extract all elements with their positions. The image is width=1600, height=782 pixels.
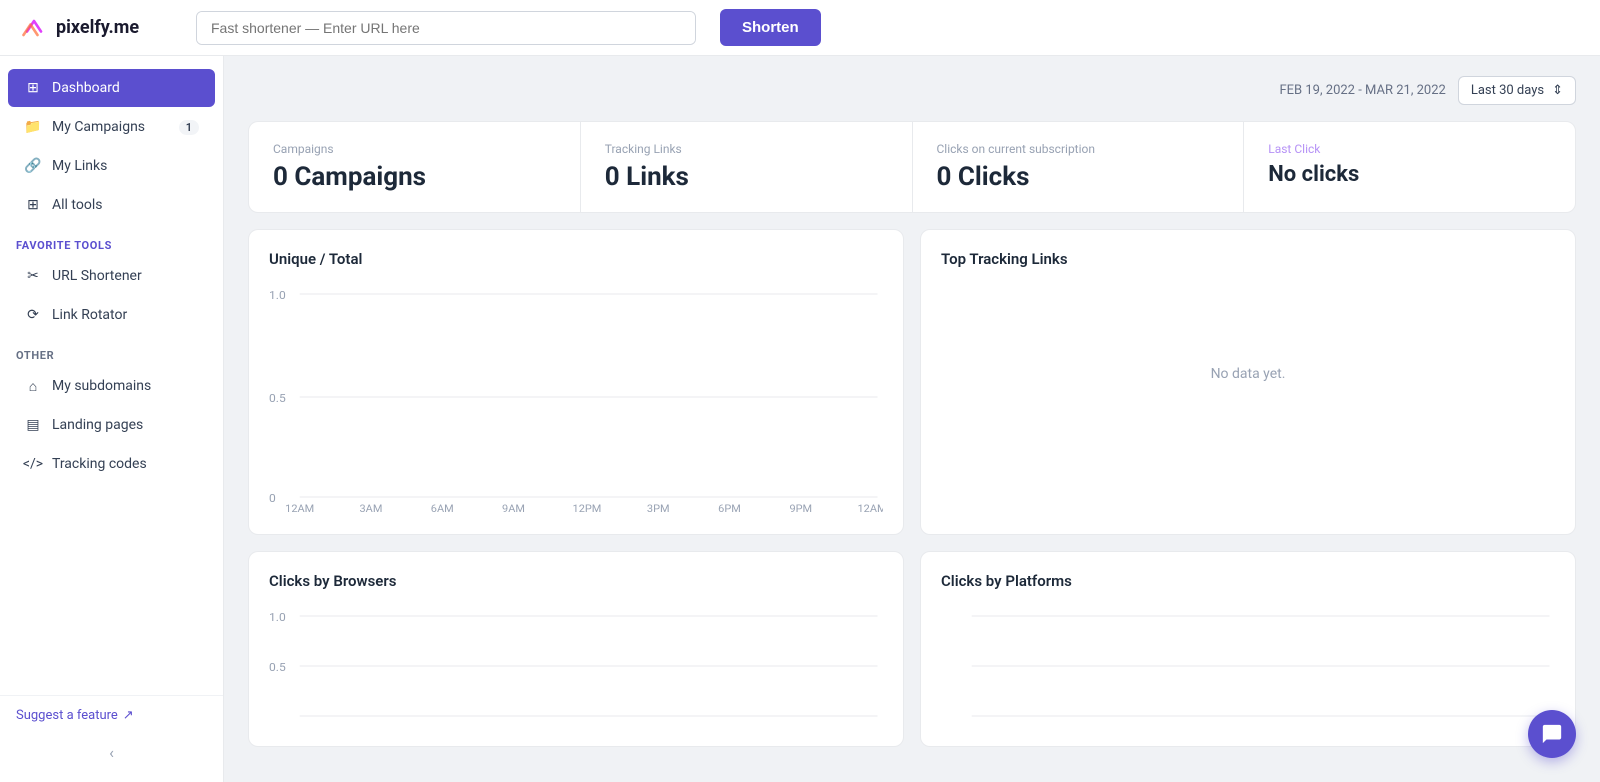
favorite-tools-label: FAVORITE TOOLS	[0, 225, 223, 256]
sidebar-item-label: All tools	[52, 197, 102, 213]
sidebar-footer: Suggest a feature ↗	[0, 695, 223, 735]
top-tracking-no-data: No data yet.	[941, 284, 1555, 464]
url-input[interactable]	[197, 12, 695, 44]
campaigns-badge: 1	[179, 120, 199, 135]
url-input-wrap	[196, 11, 696, 45]
sidebar-item-link-rotator[interactable]: ⟳ Link Rotator	[8, 296, 215, 334]
sidebar-item-my-links[interactable]: 🔗 My Links	[8, 147, 215, 185]
clicks-platforms-title: Clicks by Platforms	[941, 572, 1555, 590]
external-link-icon: ↗	[123, 708, 134, 723]
sidebar-nav: ⊞ Dashboard 📁 My Campaigns 1 🔗 My Links …	[0, 56, 223, 695]
grid-icon: ⊞	[24, 196, 42, 214]
unique-total-chart: 1.0 0.5 0 12AM 3AM 6AM 9AM 12PM 3PM	[269, 284, 883, 514]
top-tracking-title: Top Tracking Links	[941, 250, 1555, 268]
stat-clicks: Clicks on current subscription 0 Clicks	[913, 122, 1245, 212]
sidebar: ⊞ Dashboard 📁 My Campaigns 1 🔗 My Links …	[0, 56, 224, 782]
suggest-label: Suggest a feature	[16, 708, 118, 723]
svg-text:3PM: 3PM	[647, 502, 670, 514]
date-select[interactable]: Last 30 days ⇕	[1458, 76, 1576, 105]
home-icon: ⌂	[24, 377, 42, 395]
layout-icon: ▤	[24, 416, 42, 434]
date-select-label: Last 30 days	[1471, 83, 1544, 98]
topbar: pixelfy.me Shorten	[0, 0, 1600, 56]
sidebar-item-tracking-codes[interactable]: </> Tracking codes	[8, 445, 215, 483]
stat-clicks-label: Clicks on current subscription	[937, 142, 1220, 156]
stat-last-click-label: Last Click	[1268, 142, 1551, 156]
logo-icon	[20, 14, 48, 42]
clicks-platforms-chart	[941, 606, 1555, 726]
clicks-browsers-title: Clicks by Browsers	[269, 572, 883, 590]
stat-clicks-value: 0 Clicks	[937, 162, 1220, 192]
svg-text:0.5: 0.5	[269, 661, 286, 674]
stats-row: Campaigns 0 Campaigns Tracking Links 0 L…	[248, 121, 1576, 213]
svg-text:12AM: 12AM	[285, 502, 314, 514]
main-layout: ⊞ Dashboard 📁 My Campaigns 1 🔗 My Links …	[0, 56, 1600, 782]
main-content: FEB 19, 2022 - MAR 21, 2022 Last 30 days…	[224, 56, 1600, 782]
stat-campaigns-value: 0 Campaigns	[273, 162, 556, 192]
unique-total-title: Unique / Total	[269, 250, 883, 268]
svg-text:12PM: 12PM	[573, 502, 602, 514]
sidebar-item-label: My Links	[52, 158, 107, 174]
clicks-browsers-chart: 1.0 0.5	[269, 606, 883, 726]
sidebar-item-label: Tracking codes	[52, 456, 147, 472]
sidebar-item-my-campaigns[interactable]: 📁 My Campaigns 1	[8, 108, 215, 146]
scissors-icon: ✂	[24, 267, 42, 285]
sidebar-item-label: URL Shortener	[52, 268, 142, 284]
sidebar-item-label: Link Rotator	[52, 307, 127, 323]
dashboard-icon: ⊞	[24, 79, 42, 97]
svg-text:6AM: 6AM	[431, 502, 454, 514]
shorten-button[interactable]: Shorten	[720, 9, 821, 46]
top-tracking-card: Top Tracking Links No data yet.	[920, 229, 1576, 535]
sidebar-collapse-button[interactable]: ‹	[0, 735, 223, 770]
svg-text:0.5: 0.5	[269, 392, 286, 405]
sidebar-item-dashboard[interactable]: ⊞ Dashboard	[8, 69, 215, 107]
sidebar-item-url-shortener[interactable]: ✂ URL Shortener	[8, 257, 215, 295]
svg-text:12AM: 12AM	[858, 502, 883, 514]
svg-text:6PM: 6PM	[718, 502, 741, 514]
content-header: FEB 19, 2022 - MAR 21, 2022 Last 30 days…	[248, 76, 1576, 105]
sidebar-item-my-subdomains[interactable]: ⌂ My subdomains	[8, 367, 215, 405]
folder-icon: 📁	[24, 118, 42, 136]
other-label: OTHER	[0, 335, 223, 366]
chevron-left-icon: ‹	[109, 743, 114, 762]
logo-text: pixelfy.me	[56, 17, 139, 38]
chevron-up-down-icon: ⇕	[1552, 83, 1563, 98]
date-range-text: FEB 19, 2022 - MAR 21, 2022	[1279, 83, 1445, 98]
sidebar-item-label: Dashboard	[52, 80, 120, 96]
chat-bubble[interactable]	[1528, 710, 1576, 758]
svg-text:0: 0	[269, 492, 276, 505]
stat-campaigns: Campaigns 0 Campaigns	[249, 122, 581, 212]
svg-text:1.0: 1.0	[269, 289, 286, 302]
code-icon: </>	[24, 455, 42, 473]
clicks-platforms-card: Clicks by Platforms	[920, 551, 1576, 747]
svg-text:3AM: 3AM	[360, 502, 383, 514]
stat-last-click-value: No clicks	[1268, 162, 1551, 187]
stat-links-value: 0 Links	[605, 162, 888, 192]
link-icon: 🔗	[24, 157, 42, 175]
sidebar-item-label: My Campaigns	[52, 119, 145, 135]
suggest-feature-link[interactable]: Suggest a feature ↗	[16, 708, 207, 723]
stat-links: Tracking Links 0 Links	[581, 122, 913, 212]
unique-total-card: Unique / Total 1.0 0.5 0 12AM 3AM	[248, 229, 904, 535]
logo: pixelfy.me	[20, 14, 180, 42]
svg-text:9AM: 9AM	[502, 502, 525, 514]
sidebar-item-all-tools[interactable]: ⊞ All tools	[8, 186, 215, 224]
rotate-icon: ⟳	[24, 306, 42, 324]
stat-campaigns-label: Campaigns	[273, 142, 556, 156]
svg-text:9PM: 9PM	[789, 502, 812, 514]
stat-last-click: Last Click No clicks	[1244, 122, 1575, 212]
svg-text:1.0: 1.0	[269, 611, 286, 624]
sidebar-item-label: My subdomains	[52, 378, 151, 394]
clicks-browsers-card: Clicks by Browsers 1.0 0.5	[248, 551, 904, 747]
sidebar-item-label: Landing pages	[52, 417, 143, 433]
chart-grid: Unique / Total 1.0 0.5 0 12AM 3AM	[248, 229, 1576, 747]
chat-icon	[1541, 723, 1563, 745]
stat-links-label: Tracking Links	[605, 142, 888, 156]
sidebar-item-landing-pages[interactable]: ▤ Landing pages	[8, 406, 215, 444]
